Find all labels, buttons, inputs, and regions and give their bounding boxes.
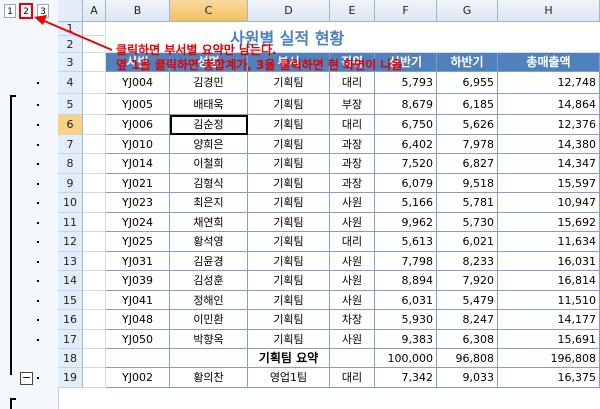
active-cell[interactable]: 김순정 [170, 115, 248, 135]
annotation-arrow-icon [34, 15, 113, 51]
summary-cell[interactable] [106, 349, 170, 368]
summary-cell[interactable]: 96,808 [437, 349, 498, 368]
summary-cell[interactable]: 196,808 [498, 349, 600, 368]
summary-cell[interactable]: 100,000 [375, 349, 437, 368]
summary-label[interactable]: 기획팀 요약 [248, 349, 330, 368]
summary-cell[interactable] [330, 349, 375, 368]
summary-cell[interactable] [170, 349, 248, 368]
